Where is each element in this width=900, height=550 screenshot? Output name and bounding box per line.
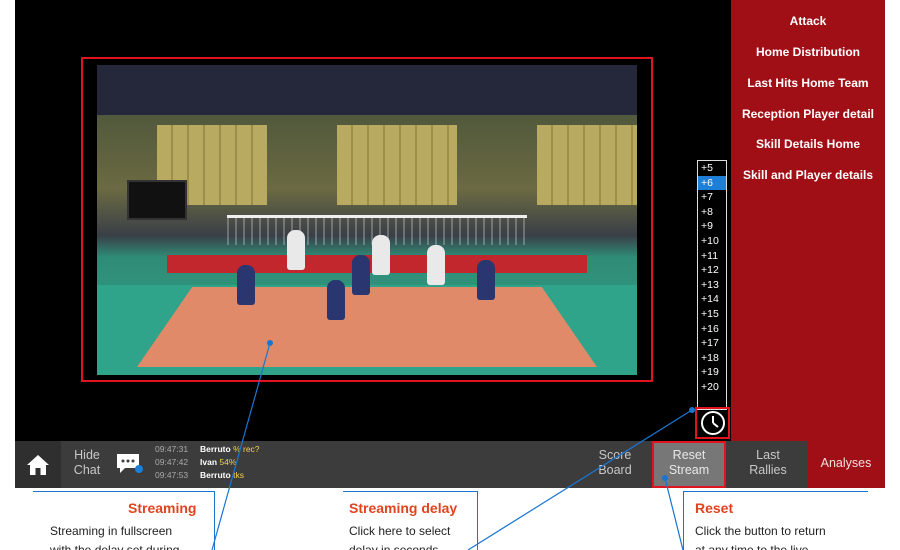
hide-chat-label-2: Chat: [73, 463, 101, 477]
sidebar-item-reception-player-detail[interactable]: Reception Player detail: [731, 107, 885, 121]
streaming-callout-rule: [33, 491, 215, 492]
bottom-toolbar: Hide Chat 09:47:31 Berruto % rec? 09:47:4…: [15, 441, 885, 488]
reset-stream-label-1: Reset: [672, 448, 706, 462]
delay-option[interactable]: +11: [698, 249, 726, 264]
streaming-callout-text: Streaming in fullscreen with the delay s…: [50, 522, 210, 550]
delay-option[interactable]: +7: [698, 190, 726, 205]
chat-icon[interactable]: [115, 451, 145, 477]
streaming-callout-border: [214, 491, 215, 550]
delay-callout-text: Click here to select delay in seconds: [349, 522, 474, 550]
sidebar-item-attack[interactable]: Attack: [731, 14, 885, 28]
delay-option[interactable]: +12: [698, 263, 726, 278]
analyses-label: Analyses: [820, 456, 872, 470]
delay-option[interactable]: +8: [698, 205, 726, 220]
delay-callout-line-2: delay in seconds: [349, 543, 439, 550]
reset-stream-label-2: Stream: [668, 463, 710, 477]
last-rallies-button[interactable]: Last Rallies: [743, 448, 793, 478]
delay-option[interactable]: +20: [698, 380, 726, 395]
home-button[interactable]: [15, 441, 61, 488]
reset-callout-border: [683, 491, 684, 550]
delay-callout-line-1: Click here to select: [349, 524, 451, 538]
arena-scoreboard: [127, 180, 187, 220]
last-rallies-label-2: Rallies: [749, 463, 787, 477]
hide-chat-label-1: Hide: [74, 448, 100, 462]
score-board-button[interactable]: Score Board: [593, 448, 637, 478]
score-board-label-1: Score: [598, 448, 632, 462]
delay-option[interactable]: +18: [698, 351, 726, 366]
delay-option[interactable]: +15: [698, 307, 726, 322]
analyses-tab[interactable]: Analyses: [807, 441, 885, 488]
reset-callout-title: Reset: [695, 500, 734, 516]
delay-callout-border: [477, 491, 478, 550]
reset-callout-text: Click the button to return at any time t…: [695, 522, 860, 550]
delay-selector[interactable]: +5 +6 +7 +8 +9 +10 +11 +12 +13 +14 +15 +16 +17 +18 +19…: [697, 160, 727, 410]
reset-callout-line-2: at any time to the live: [695, 543, 809, 550]
clock-icon: [700, 411, 725, 435]
streaming-callout-title: Streaming: [128, 500, 197, 516]
streaming-video-highlight: [81, 57, 653, 382]
streaming-callout-line-1: Streaming in fullscreen: [50, 524, 173, 538]
sidebar-item-skill-details-home[interactable]: Skill Details Home: [731, 137, 885, 151]
delay-option[interactable]: +13: [698, 278, 726, 293]
delay-callout-title: Streaming delay: [349, 500, 458, 516]
video-stream[interactable]: [97, 65, 637, 375]
delay-option[interactable]: +10: [698, 234, 726, 249]
chat-message: 09:47:31 Berruto % rec?: [155, 444, 260, 454]
score-board-label-2: Board: [598, 463, 632, 477]
analyses-sidebar: Attack Home Distribution Last Hits Home …: [731, 0, 885, 441]
hide-chat-button[interactable]: Hide Chat: [67, 448, 107, 478]
chat-message: 09:47:42 Ivan 54%: [155, 457, 237, 467]
delay-option[interactable]: +19: [698, 365, 726, 380]
sidebar-item-home-distribution[interactable]: Home Distribution: [731, 45, 885, 59]
streaming-callout-line-2: with the delay set during: [50, 543, 180, 550]
sidebar-item-skill-player-details[interactable]: Skill and Player details: [731, 168, 885, 182]
app-window: +5 +6 +7 +8 +9 +10 +11 +12 +13 +14 +15 +16 +17 +18 +19…: [15, 0, 885, 488]
reset-callout-rule: [683, 491, 868, 492]
home-icon: [27, 454, 49, 475]
delay-clock-button[interactable]: [695, 407, 730, 439]
delay-option[interactable]: +16: [698, 322, 726, 337]
delay-option[interactable]: +5: [698, 161, 726, 176]
chat-messages: 09:47:31 Berruto % rec? 09:47:42 Ivan 54% …: [155, 443, 355, 482]
reset-stream-button[interactable]: Reset Stream: [652, 441, 726, 488]
last-rallies-label-1: Last: [756, 448, 780, 462]
delay-callout-rule: [343, 491, 478, 492]
delay-option[interactable]: +14: [698, 292, 726, 307]
reset-callout-line-1: Click the button to return: [695, 524, 826, 538]
chat-message: 09:47:53 Berruto tks: [155, 470, 244, 480]
sidebar-item-last-hits-home-team[interactable]: Last Hits Home Team: [731, 76, 885, 90]
delay-option[interactable]: +17: [698, 336, 726, 351]
delay-option[interactable]: +9: [698, 219, 726, 234]
delay-option[interactable]: +6: [698, 175, 726, 191]
